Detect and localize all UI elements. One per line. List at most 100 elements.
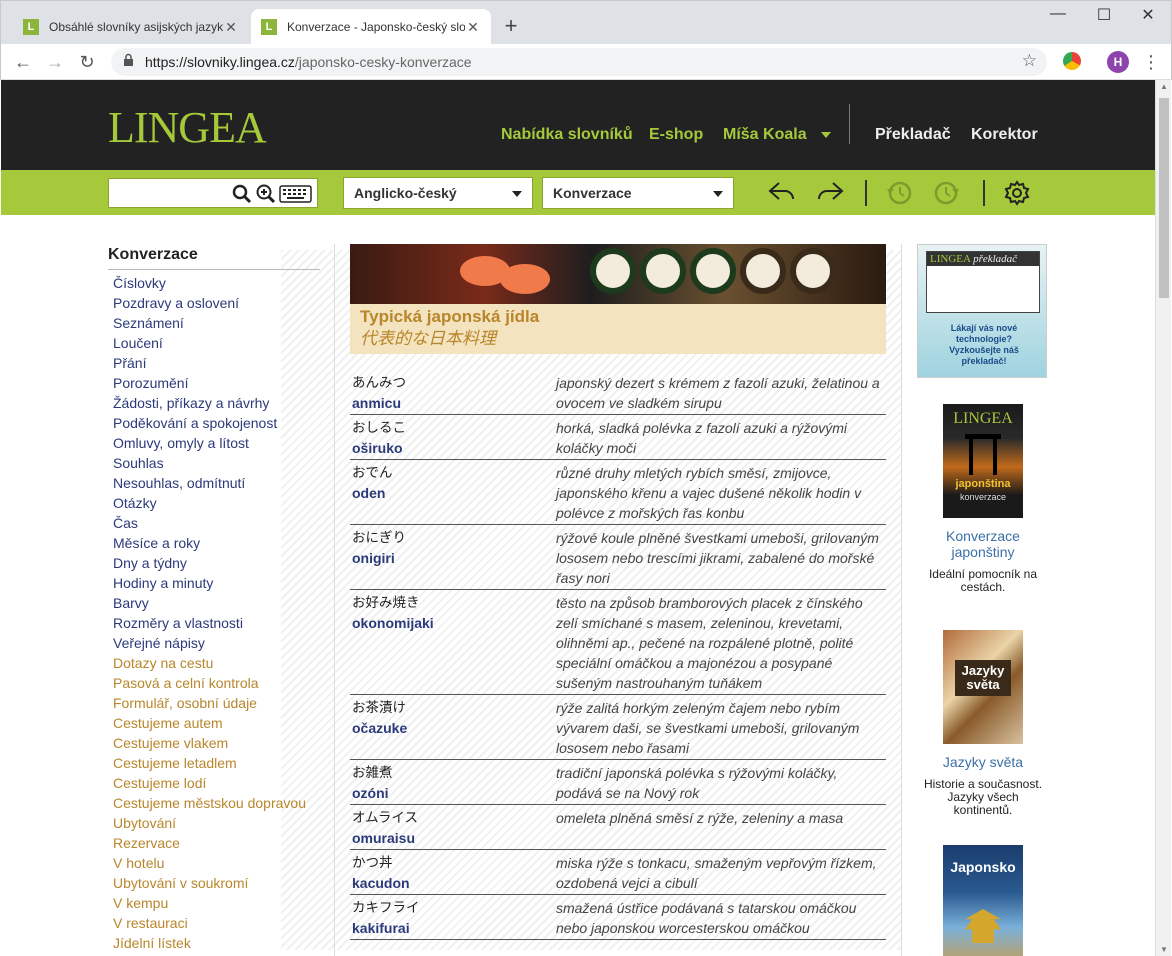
scroll-down-icon[interactable]: ▼ (1160, 945, 1168, 954)
japanese-term: おでん (352, 465, 393, 481)
extension-icon[interactable] (1063, 52, 1081, 70)
book-cover-jazyky-sveta[interactable]: Jazyky světa (943, 630, 1023, 744)
book-description: Ideální pomocník na cestách. (928, 567, 1038, 594)
forward-icon[interactable]: → (43, 50, 67, 74)
sidebar-item[interactable]: Jídelní lístek (108, 933, 320, 953)
nav-korektor[interactable]: Korektor (971, 126, 1038, 144)
sidebar-item[interactable]: Dotazy na cestu (108, 653, 320, 673)
sidebar-item[interactable]: Ubytování (108, 813, 320, 833)
sidebar-item[interactable]: Nesouhlas, odmítnutí (108, 473, 320, 493)
book-cover-japonstina[interactable]: LINGEA japonština konverzace (943, 404, 1023, 518)
sidebar-item[interactable]: Cestujeme městskou dopravou (108, 793, 320, 813)
romaji-term[interactable]: onigiri (352, 548, 556, 568)
bookmark-star-icon[interactable]: ☆ (1022, 51, 1037, 71)
phrase-row: おにぎり onigiri rýžové koule plněné švestkami… (350, 525, 886, 590)
sidebar-item[interactable]: Cestujeme lodí (108, 773, 320, 793)
window-close-icon[interactable]: ✕ (1125, 5, 1171, 25)
phrase-description: horká, sladká polévka z fazolí azuki a r… (556, 420, 848, 456)
forward-arrow-icon[interactable] (815, 179, 845, 205)
scroll-up-icon[interactable]: ▲ (1160, 82, 1168, 91)
temple-icon (965, 909, 1001, 943)
sidebar-item[interactable]: Měsíce a roky (108, 533, 320, 553)
browser-tab[interactable]: L Obsáhlé slovníky asijských jazyků ✕ (13, 9, 249, 45)
back-icon[interactable]: ← (11, 50, 35, 74)
phrase-description: smažená ústřice podávaná s tatarskou omá… (556, 900, 857, 936)
keyboard-icon[interactable] (279, 183, 313, 205)
sidebar-item[interactable]: Veřejné nápisy (108, 633, 320, 653)
new-tab-icon[interactable]: + (499, 13, 523, 39)
romaji-term[interactable]: kakifurai (352, 918, 556, 938)
sidebar-item[interactable]: Čas (108, 513, 320, 533)
nav-user-menu[interactable]: Míša Koala (723, 126, 832, 144)
translator-ad-banner[interactable]: LINGEA překladač Lákají vás nové technol… (917, 244, 1047, 378)
sidebar-item[interactable]: Pasová a celní kontrola (108, 673, 320, 693)
sidebar-item[interactable]: Cestujeme vlakem (108, 733, 320, 753)
ad-logo-sub: překladač (973, 253, 1018, 265)
close-tab-icon[interactable]: ✕ (223, 19, 239, 36)
phrase-row: オムライス omuraisu omeleta plněná směsí z rýže… (350, 805, 886, 850)
lingea-logo[interactable]: LINGEA (108, 102, 267, 153)
nav-eshop[interactable]: E-shop (649, 126, 703, 144)
sidebar-item[interactable]: V kempu (108, 893, 320, 913)
sidebar-item[interactable]: Pozdravy a oslovení (108, 293, 320, 313)
sidebar-item[interactable]: Rozměry a vlastnosti (108, 613, 320, 633)
sidebar-item[interactable]: Porozumění (108, 373, 320, 393)
dictionary-select[interactable]: Anglicko-český (343, 177, 533, 209)
nav-prekladac[interactable]: Překladač (875, 126, 951, 144)
page-scrollbar[interactable]: ▲ ▼ (1155, 80, 1171, 956)
phrase-description: rýže zalitá horkým zeleným čajem nebo ry… (556, 700, 860, 756)
sidebar-item[interactable]: Cestujeme letadlem (108, 753, 320, 773)
romaji-term[interactable]: anmicu (352, 393, 556, 413)
address-bar[interactable]: https://slovniky.lingea.cz/japonsko-cesk… (111, 48, 1047, 76)
section-select[interactable]: Konverzace (542, 177, 734, 209)
romaji-term[interactable]: kacudon (352, 873, 556, 893)
romaji-term[interactable]: okonomijaki (352, 613, 556, 633)
sidebar-item[interactable]: Rezervace (108, 833, 320, 853)
sidebar-item[interactable]: Ubytování v soukromí (108, 873, 320, 893)
sidebar-item[interactable]: Poděkování a spokojenost (108, 413, 320, 433)
back-arrow-icon[interactable] (767, 179, 797, 205)
search-box[interactable] (108, 178, 318, 208)
reload-icon[interactable]: ↻ (75, 50, 99, 74)
search-icon[interactable] (231, 183, 253, 205)
zoom-search-icon[interactable] (255, 183, 277, 205)
book-name-link[interactable]: Jazyky světa (917, 754, 1049, 770)
browser-tab-active[interactable]: L Konverzace - Japonsko-český slo ✕ (251, 9, 491, 45)
sidebar-item[interactable]: V hotelu (108, 853, 320, 873)
sidebar-item[interactable]: Cestujeme autem (108, 713, 320, 733)
right-column: LINGEA překladač Lákají vás nové technol… (917, 244, 1049, 956)
romaji-term[interactable]: omuraisu (352, 828, 556, 848)
sidebar-item[interactable]: Barvy (108, 593, 320, 613)
sidebar-item[interactable]: Číslovky (108, 273, 320, 293)
sidebar-item[interactable]: Žádosti, příkazy a návrhy (108, 393, 320, 413)
nav-nabidka-slovniku[interactable]: Nabídka slovníků (501, 126, 633, 144)
sidebar-item[interactable]: Omluvy, omyly a lítost (108, 433, 320, 453)
scrollbar-thumb[interactable] (1159, 98, 1169, 298)
romaji-term[interactable]: oširuko (352, 438, 556, 458)
close-tab-icon[interactable]: ✕ (465, 19, 481, 36)
book-cover-japonsko[interactable]: Japonsko (943, 845, 1023, 956)
sidebar-item[interactable]: Dny a týdny (108, 553, 320, 573)
phrase-description: japonský dezert s krémem z fazolí azuki,… (556, 375, 880, 411)
browser-menu-icon[interactable]: ⋮ (1141, 50, 1161, 74)
sidebar-item[interactable]: Seznámení (108, 313, 320, 333)
sidebar-item[interactable]: Otázky (108, 493, 320, 513)
sidebar-item[interactable]: Přání (108, 353, 320, 373)
history-forward-icon[interactable] (933, 179, 961, 207)
phrase-term: カキフライ kakifurai (352, 898, 556, 938)
maximize-icon[interactable]: ☐ (1081, 5, 1127, 25)
sidebar-item[interactable]: V restauraci (108, 913, 320, 933)
romaji-term[interactable]: očazuke (352, 718, 556, 738)
sidebar-item[interactable]: Souhlas (108, 453, 320, 473)
minimize-icon[interactable]: — (1035, 5, 1081, 23)
sidebar-item[interactable]: Hodiny a minuty (108, 573, 320, 593)
history-back-icon[interactable] (885, 179, 913, 207)
romaji-term[interactable]: oden (352, 483, 556, 503)
book-name-link[interactable]: Konverzace japonštiny (917, 528, 1049, 560)
gear-icon[interactable] (1003, 179, 1031, 207)
sidebar-item[interactable]: Formulář, osobní údaje (108, 693, 320, 713)
sidebar-item[interactable]: Loučení (108, 333, 320, 353)
chevron-down-icon (512, 191, 522, 197)
romaji-term[interactable]: ozóni (352, 783, 556, 803)
profile-avatar[interactable]: H (1107, 51, 1129, 73)
